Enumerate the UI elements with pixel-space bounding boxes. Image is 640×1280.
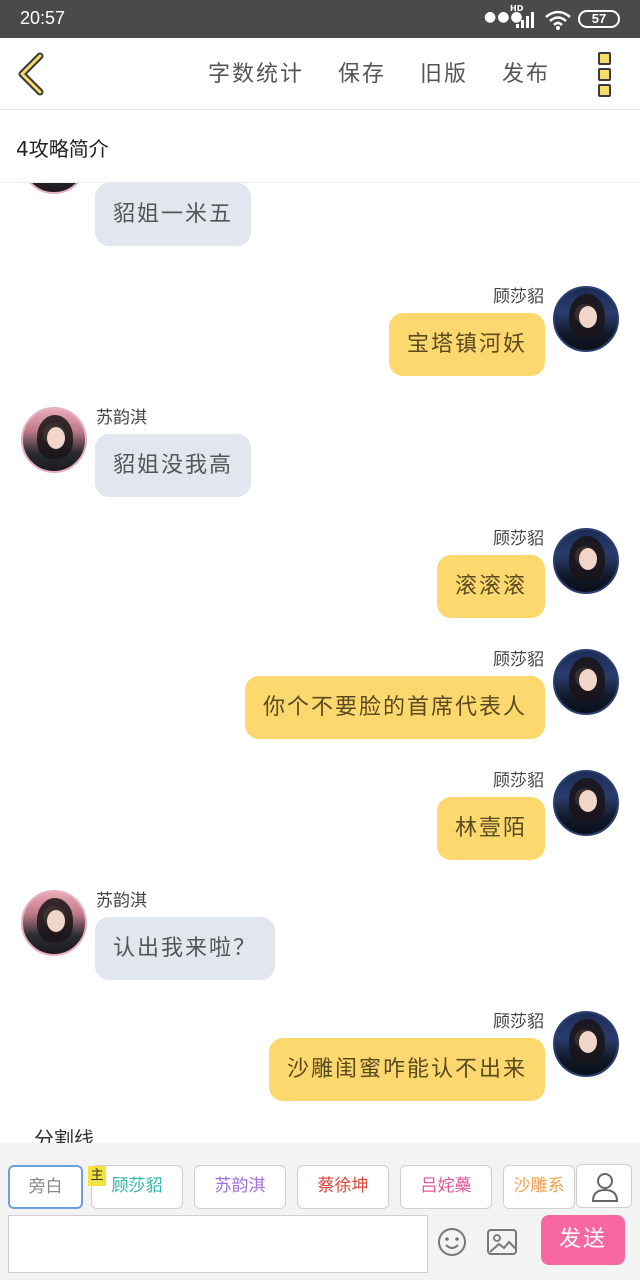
battery-indicator: 57 — [578, 10, 620, 28]
sender-name: 顾莎貂 — [493, 650, 544, 670]
message-bubble[interactable]: 你个不要脸的首席代表人 — [244, 676, 545, 739]
top-toolbar: 字数统计 保存 旧版 发布 — [0, 38, 640, 110]
back-icon[interactable] — [14, 52, 50, 96]
publish-button[interactable]: 发布 — [502, 56, 550, 88]
chat-area[interactable]: 貂姐一米五 顾莎貂 宝塔镇河妖 苏韵淇 貂姐没我高 顾莎貂 滚滚滚 顾莎貂 你个… — [0, 183, 640, 1143]
chapter-title: 4攻略简介 — [16, 137, 109, 161]
sender-name: 顾莎貂 — [493, 529, 544, 549]
image-icon[interactable] — [486, 1227, 518, 1257]
message-bubble[interactable]: 貂姐一米五 — [95, 183, 252, 246]
message-input[interactable] — [8, 1215, 428, 1273]
role-cai-xu-kun[interactable]: 蔡徐坤 — [297, 1165, 389, 1209]
main-role-badge: 主 — [88, 1166, 106, 1186]
role-sha-diao-xi[interactable]: 沙雕系 — [503, 1165, 575, 1209]
avatar[interactable] — [21, 407, 87, 473]
sender-name: 苏韵淇 — [96, 891, 147, 911]
message-bubble[interactable]: 认出我来啦？ — [95, 917, 276, 980]
role-manage-button[interactable] — [576, 1164, 632, 1208]
status-bar: 20:57 ●●● HD 57 — [0, 0, 640, 38]
word-count-button[interactable]: 字数统计 — [208, 56, 304, 88]
role-su-yun-qi[interactable]: 苏韵淇 — [194, 1165, 286, 1209]
message-bubble[interactable]: 林壹陌 — [436, 797, 545, 860]
message-bubble[interactable]: 滚滚滚 — [436, 555, 545, 618]
avatar[interactable] — [21, 890, 87, 956]
more-menu-icon[interactable] — [598, 52, 614, 98]
role-narrator[interactable]: 旁白 — [8, 1165, 83, 1209]
save-button[interactable]: 保存 — [338, 56, 386, 88]
user-icon — [591, 1173, 619, 1202]
send-button[interactable]: 发送 — [541, 1215, 625, 1265]
avatar[interactable] — [553, 649, 619, 715]
avatar[interactable] — [553, 528, 619, 594]
emoji-icon[interactable] — [437, 1227, 467, 1257]
message-bubble[interactable]: 宝塔镇河妖 — [388, 313, 545, 376]
sender-name: 顾莎貂 — [493, 1012, 544, 1032]
message-bubble[interactable]: 貂姐没我高 — [95, 434, 252, 497]
sender-name: 苏韵淇 — [96, 408, 147, 428]
sender-name: 顾莎貂 — [493, 771, 544, 791]
avatar[interactable] — [553, 286, 619, 352]
avatar[interactable] — [21, 183, 87, 194]
avatar[interactable] — [553, 770, 619, 836]
role-lv-cha-lei[interactable]: 吕姹蘽 — [400, 1165, 492, 1209]
signal-icon — [516, 12, 536, 28]
message-bubble[interactable]: 沙雕闺蜜咋能认不出来 — [268, 1038, 545, 1101]
chapter-title-bar[interactable]: 4攻略简介 — [0, 111, 640, 183]
divider-label[interactable]: 分割线 — [34, 1123, 94, 1143]
avatar[interactable] — [553, 1011, 619, 1077]
status-time: 20:57 — [20, 8, 66, 28]
sender-name: 顾莎貂 — [493, 287, 544, 307]
wifi-icon — [545, 10, 571, 30]
old-version-button[interactable]: 旧版 — [420, 56, 468, 88]
